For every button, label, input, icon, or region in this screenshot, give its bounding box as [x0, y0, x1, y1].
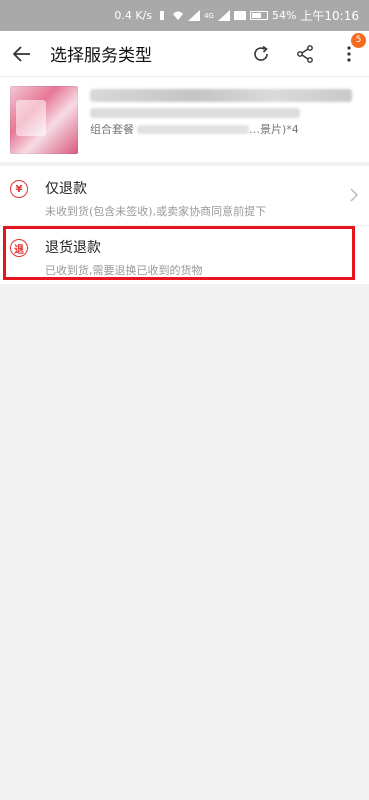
arrow-left-icon: [13, 45, 30, 62]
network-type: 4G: [204, 11, 214, 20]
option-description: 已收到货,需要退换已收到的货物: [45, 264, 203, 277]
option-description: 未收到货(包含未签收),或卖家协商同意前提下: [45, 205, 267, 218]
notification-badge: 5: [351, 32, 366, 48]
network-speed: 0.4 K/s: [114, 9, 153, 22]
hd-icon: [233, 11, 246, 20]
refund-only-option[interactable]: ¥ 仅退款 未收到货(包含未签收),或卖家协商同意前提下: [0, 166, 369, 226]
share-icon: [297, 44, 313, 63]
clock: 上午10:16: [300, 9, 359, 23]
option-title: 仅退款: [45, 181, 87, 197]
more-menu-button[interactable]: 5: [337, 32, 366, 66]
battery-level: 54%: [271, 9, 297, 22]
yen-refund-icon: ¥: [10, 180, 28, 198]
combo-label: 组合套餐: [90, 123, 134, 136]
battery-icon: [249, 11, 268, 20]
signal-icon: [188, 10, 201, 21]
chevron-right-icon: [350, 188, 359, 202]
page-title: 选择服务类型: [50, 46, 152, 66]
signal-icon-2: [217, 10, 230, 21]
toolbar: 选择服务类型 5: [0, 31, 369, 76]
combo-suffix: …景片)*4: [249, 123, 299, 136]
status-bar: 0.4 K/s 4G 54% 上午10:16: [0, 0, 369, 31]
product-card: 组合套餐 …景片)*4: [0, 76, 369, 162]
spec-redacted: [137, 124, 249, 134]
return-icon: 退: [10, 239, 28, 257]
more-vertical-icon: [347, 45, 351, 62]
vibrate-icon: [160, 11, 165, 20]
product-subtitle-redacted: [90, 108, 300, 118]
option-title: 退货退款: [45, 240, 101, 256]
refresh-icon: [254, 45, 268, 61]
wifi-icon: [173, 11, 184, 20]
product-spec: 组合套餐 …景片)*4: [90, 121, 299, 137]
refresh-button[interactable]: [249, 42, 273, 66]
product-thumbnail: [10, 86, 78, 154]
return-refund-option[interactable]: 退 退货退款 已收到货,需要退换已收到的货物: [0, 225, 369, 284]
share-button[interactable]: [293, 42, 317, 66]
product-title-redacted: [90, 89, 352, 102]
service-type-list: ¥ 仅退款 未收到货(包含未签收),或卖家协商同意前提下 退 退货退款 已收到货…: [0, 166, 369, 284]
back-button[interactable]: [0, 31, 44, 76]
